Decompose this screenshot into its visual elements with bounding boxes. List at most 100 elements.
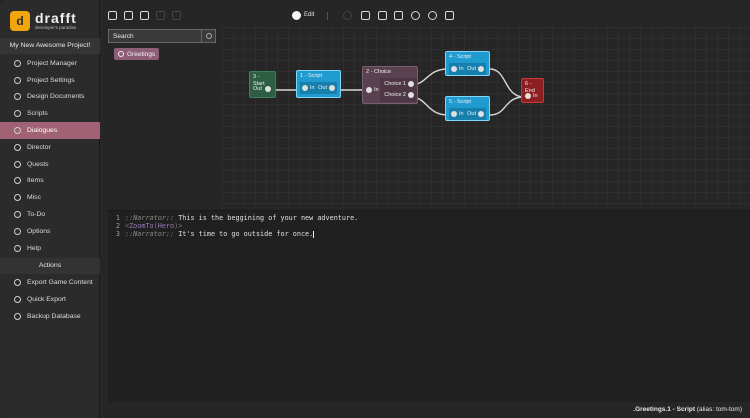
database-icon (14, 313, 21, 321)
port-dot[interactable] (451, 111, 457, 117)
sidebar-item-scripts[interactable]: Scripts (0, 105, 100, 122)
brand: d drafft developer's paradise (10, 10, 95, 32)
port-dot[interactable] (451, 66, 457, 72)
app-window: d drafft developer's paradise My New Awe… (0, 0, 750, 418)
code-line: <ZoomTo(Hero)> (125, 222, 183, 230)
sidebar-item-director[interactable]: Director (0, 139, 100, 156)
quick-export-icon (14, 296, 21, 304)
status-path: .Greetings.1 - Script (633, 406, 696, 413)
node-script-5[interactable]: 5 - Script In Out (445, 96, 490, 121)
sidebar-item-backup-database[interactable]: Backup Database (0, 308, 100, 325)
document-icon[interactable] (140, 11, 149, 20)
code-line: ::Narrator:: It's time to go outside for… (125, 230, 315, 238)
sidebar-item-options[interactable]: Options (0, 223, 100, 240)
sidebar-item-quests[interactable]: Quests (0, 156, 100, 173)
settings-icon (14, 76, 21, 84)
items-icon (14, 177, 21, 185)
node-choice-2[interactable]: 2 - Choice In Choice 1 Choice 2 (362, 66, 418, 104)
sidebar-item-design-documents[interactable]: Design Documents (0, 89, 100, 106)
node-start[interactable]: 3 - Start Out (249, 71, 276, 98)
sidebar-item-help[interactable]: Help (0, 240, 100, 257)
sidebar-item-misc[interactable]: Misc (0, 189, 100, 206)
line-number: 1 (115, 214, 120, 222)
misc-icon (14, 194, 21, 202)
speaker-name: ::Narrator:: (125, 214, 175, 222)
line-number: 3 (115, 230, 120, 238)
copy-icon[interactable] (156, 11, 165, 20)
speaker-name: ::Narrator:: (125, 230, 175, 238)
layout-icon[interactable] (394, 11, 403, 20)
port-choice-2[interactable]: Choice 2 (380, 89, 417, 100)
search-icon (205, 33, 212, 39)
search-button[interactable] (201, 30, 215, 42)
sidebar-item-quick-export[interactable]: Quick Export (0, 291, 100, 308)
node-script-4[interactable]: 4 - Script In Out (445, 51, 490, 76)
fullscreen-icon[interactable] (445, 11, 454, 20)
info-icon[interactable] (428, 11, 437, 20)
port-dot[interactable] (478, 66, 484, 72)
port-in[interactable]: In (302, 85, 315, 91)
project-name[interactable]: My New Awesome Project! (0, 38, 100, 54)
edit-toggle[interactable] (292, 11, 301, 20)
port-dot[interactable] (264, 85, 271, 92)
port-out[interactable]: Out (467, 66, 484, 72)
script-editor[interactable]: 1 2 3 ::Narrator:: This is the beggining… (108, 210, 750, 403)
dialogue-icon (14, 127, 21, 135)
home-icon (14, 59, 21, 67)
sidebar-item-export-game-content[interactable]: Export Game Content (0, 275, 100, 292)
options-icon (14, 227, 21, 235)
port-in[interactable]: In (451, 111, 464, 117)
line-gutter: 1 2 3 (108, 211, 122, 403)
port-dot[interactable] (408, 80, 414, 87)
line-number: 2 (115, 222, 120, 230)
help-icon[interactable] (411, 11, 420, 20)
sidebar: d drafft developer's paradise My New Awe… (0, 0, 100, 418)
port-in[interactable]: In (363, 78, 380, 102)
code-area[interactable]: ::Narrator:: This is the beggining of yo… (125, 214, 358, 238)
sidebar-item-project-manager[interactable]: Project Manager (0, 55, 100, 72)
sidebar-item-dialogues[interactable]: Dialogues (0, 122, 100, 139)
status-bar: .Greetings.1 - Script (alias: tom-tom) (100, 402, 750, 418)
script-icon (14, 110, 21, 118)
node-end-6[interactable]: 6 - End In (521, 78, 544, 103)
sidebar-menu: Project Manager Project Settings Design … (0, 55, 100, 325)
tag-icon[interactable] (361, 11, 370, 20)
port-dot[interactable] (408, 91, 414, 98)
play-icon[interactable] (378, 11, 387, 20)
toolbar: Edit (100, 4, 750, 26)
help-icon (14, 244, 21, 252)
port-dot[interactable] (329, 85, 335, 91)
dialogue-icon (118, 51, 124, 57)
sidebar-item-project-settings[interactable]: Project Settings (0, 72, 100, 89)
toolbar-divider (327, 12, 328, 20)
code-line: ::Narrator:: This is the beggining of yo… (125, 214, 359, 222)
search-input[interactable] (109, 30, 201, 42)
function-arg: Hero (157, 222, 175, 230)
director-icon (14, 143, 21, 151)
port-out[interactable]: Out (467, 111, 484, 117)
search-box (108, 29, 216, 43)
document-icon (14, 93, 21, 101)
function-name: ZoomTo (129, 222, 154, 230)
link-icon[interactable] (172, 11, 181, 20)
edit-toggle-label: Edit (304, 12, 315, 18)
status-alias: (alias: tom-tom) (695, 406, 742, 413)
sidebar-item-items[interactable]: Items (0, 173, 100, 190)
port-in[interactable]: In (451, 66, 464, 72)
folder-icon[interactable] (108, 11, 117, 20)
refresh-icon[interactable] (343, 11, 352, 20)
port-out[interactable]: Out (318, 85, 335, 91)
brand-name: drafft (35, 10, 77, 27)
result-item-greetings[interactable]: Greetings (114, 48, 160, 60)
port-dot[interactable] (302, 85, 308, 91)
export-icon (14, 279, 21, 287)
port-dot[interactable] (525, 92, 531, 99)
todo-icon (14, 211, 21, 219)
port-choice-1[interactable]: Choice 1 (380, 78, 417, 89)
port-dot[interactable] (478, 111, 484, 117)
port-dot[interactable] (366, 87, 372, 93)
text-cursor (313, 230, 315, 238)
node-script-1[interactable]: 1 - Script In Out (296, 70, 341, 98)
sidebar-item-todo[interactable]: To-Do (0, 206, 100, 223)
save-icon[interactable] (124, 11, 133, 20)
